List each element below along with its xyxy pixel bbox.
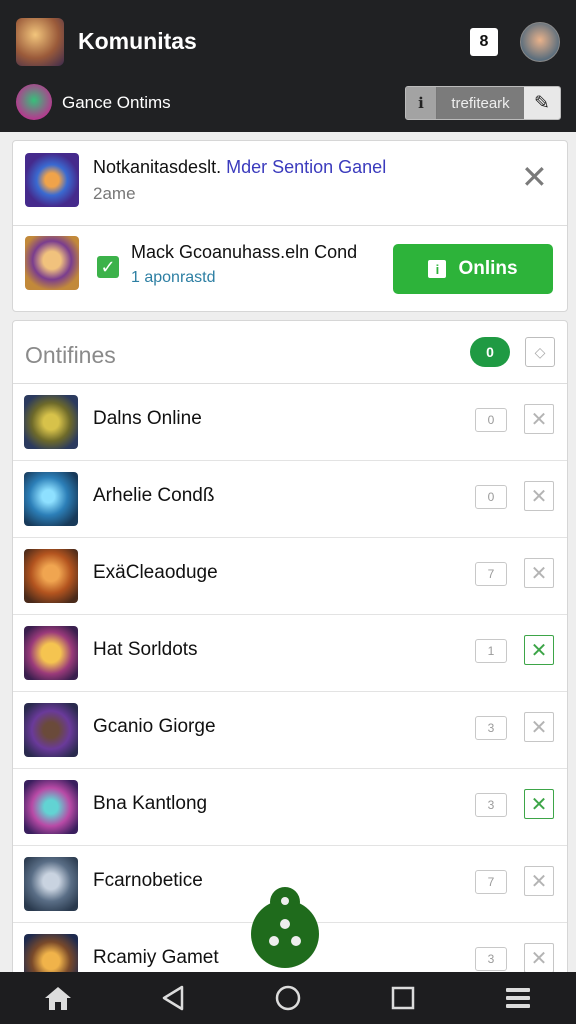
notification-title: Notkanitasdeslt. Mder Sention Ganel	[93, 157, 386, 178]
game-count[interactable]: 0	[475, 485, 507, 509]
selected-remove-icon[interactable]: ✕	[524, 635, 554, 665]
game-count[interactable]: 7	[475, 562, 507, 586]
game-name: Gcanio Giorge	[93, 716, 216, 737]
game-icon	[24, 703, 78, 757]
list-title: Ontifines	[25, 342, 116, 368]
notification-title-accent[interactable]: Mder Sention Ganel	[226, 157, 386, 177]
app-subtitle: Gance Ontims	[62, 93, 171, 112]
notification-subtitle: 2ame	[93, 184, 136, 203]
notification-title-text: Notkanitasdeslt.	[93, 157, 222, 177]
back-icon[interactable]	[143, 972, 203, 1024]
game-name: ExäCleaoduge	[93, 562, 218, 583]
edit-icon[interactable]: ✎	[524, 87, 560, 119]
online-icon: i	[428, 260, 447, 278]
game-name: Bna Kantlong	[93, 793, 208, 814]
game-icon	[24, 549, 78, 603]
game-row[interactable]: Arhelie Condß 0 ✕	[13, 461, 567, 538]
game-name: Rcamiy Gamet	[93, 947, 219, 968]
online-button-label: Onlins	[458, 258, 518, 279]
home-icon[interactable]	[28, 972, 88, 1024]
remove-icon[interactable]: ✕	[524, 404, 554, 434]
notification-subtitle: 1 aponrastd	[131, 269, 216, 286]
game-icon	[24, 780, 78, 834]
game-row[interactable]: Dalns Online 0 ✕	[13, 384, 567, 461]
game-count[interactable]: 0	[475, 408, 507, 432]
game-name: Dalns Online	[93, 408, 202, 429]
remove-icon[interactable]: ✕	[524, 866, 554, 896]
game-thumbnail	[25, 153, 79, 207]
game-name: Hat Sorldots	[93, 639, 198, 660]
game-name: Arhelie Condß	[93, 485, 215, 506]
game-count[interactable]: 1	[475, 639, 507, 663]
game-thumbnail	[25, 236, 79, 290]
app-logo	[16, 18, 64, 66]
game-count[interactable]: 3	[475, 793, 507, 817]
game-icon	[24, 472, 78, 526]
app-title: Komunitas	[78, 28, 197, 54]
floating-action-button[interactable]	[251, 886, 319, 970]
system-nav-bar	[0, 972, 576, 1024]
check-icon[interactable]: ✓	[97, 256, 119, 278]
recents-icon[interactable]	[373, 972, 433, 1024]
game-row[interactable]: Bna Kantlong 3 ✕	[13, 769, 567, 846]
game-name: Fcarnobetice	[93, 870, 203, 891]
notifications-card: Notkanitasdeslt. Mder Sention Ganel 2ame…	[12, 140, 568, 312]
game-icon	[24, 626, 78, 680]
shield-icon[interactable]: ◇	[525, 337, 555, 367]
game-count[interactable]: 3	[475, 716, 507, 740]
game-row[interactable]: ExäCleaoduge 7 ✕	[13, 538, 567, 615]
toolbar-toggle-label[interactable]: trefiteark	[437, 87, 524, 119]
online-button[interactable]: i Onlins	[393, 244, 553, 294]
game-list-card: Ontifines 0 ◇ Dalns Online 0 ✕ Arhelie C…	[12, 320, 568, 982]
notification-title: Mack Gcoanuhass.eln Cond	[131, 242, 358, 262]
remove-icon[interactable]: ✕	[524, 712, 554, 742]
notification-item[interactable]: Notkanitasdeslt. Mder Sention Ganel 2ame…	[13, 141, 567, 226]
remove-icon[interactable]: ✕	[524, 481, 554, 511]
remove-icon[interactable]: ✕	[524, 943, 554, 973]
toolbar-toggle-group: ℹ trefiteark ✎	[405, 86, 561, 120]
community-avatar[interactable]	[16, 84, 52, 120]
app-bar: Komunitas 8 Gance Ontims ℹ trefiteark ✎	[0, 0, 576, 132]
close-icon[interactable]: ✕	[521, 161, 548, 193]
list-header: Ontifines 0 ◇	[13, 321, 567, 384]
game-icon	[24, 395, 78, 449]
info-icon[interactable]: ℹ	[406, 87, 437, 119]
fab-shape-icon	[251, 887, 319, 968]
notification-item[interactable]: ✓ Mack Gcoanuhass.eln Cond 1 aponrastd i…	[13, 226, 567, 310]
menu-icon[interactable]	[488, 972, 548, 1024]
remove-icon[interactable]: ✕	[524, 558, 554, 588]
home-circle-icon[interactable]	[258, 972, 318, 1024]
game-row[interactable]: Hat Sorldots 1 ✕	[13, 615, 567, 692]
filter-toggle[interactable]: 0	[470, 337, 510, 367]
selected-remove-icon[interactable]: ✕	[524, 789, 554, 819]
notification-badge-button[interactable]: 8	[470, 28, 498, 56]
game-row[interactable]: Gcanio Giorge 3 ✕	[13, 692, 567, 769]
profile-avatar[interactable]	[520, 22, 560, 62]
game-icon	[24, 857, 78, 911]
game-count[interactable]: 7	[475, 870, 507, 894]
game-count[interactable]: 3	[475, 947, 507, 971]
